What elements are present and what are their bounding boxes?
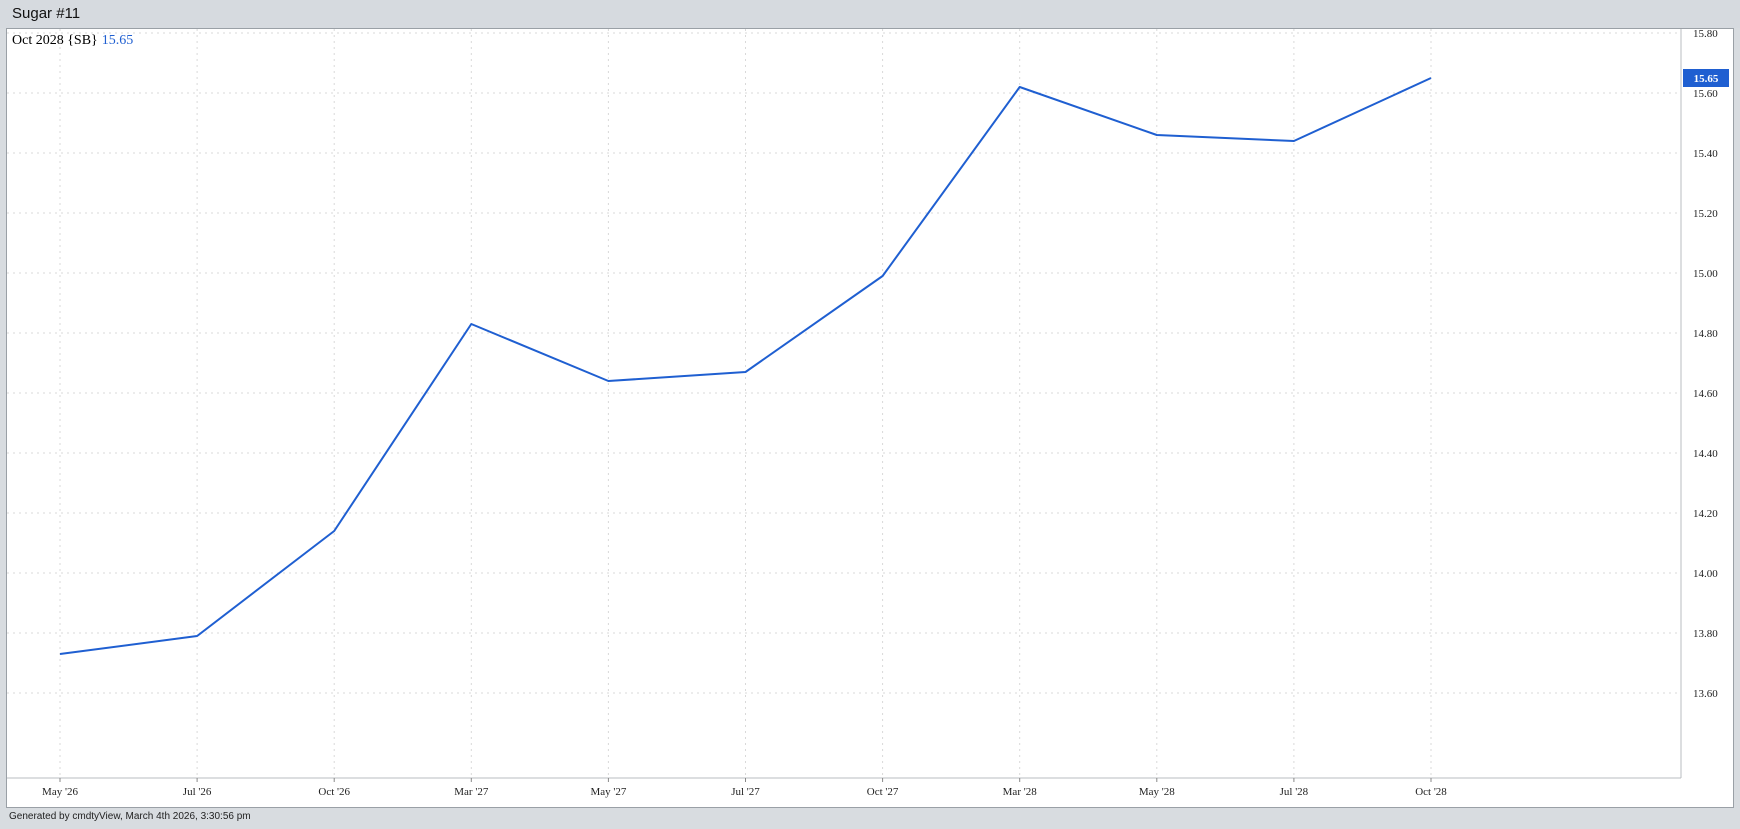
x-tick-label: Mar '28 <box>1003 786 1038 798</box>
x-tick-label: May '28 <box>1139 786 1175 798</box>
y-tick-label: 15.40 <box>1693 148 1718 160</box>
x-tick-label: May '27 <box>590 786 626 798</box>
x-tick-label: Oct '28 <box>1415 786 1447 798</box>
y-tick-label: 13.60 <box>1693 688 1718 700</box>
footer-generated-text: Generated by cmdtyView, March 4th 2026, … <box>9 811 251 822</box>
y-tick-label: 13.80 <box>1693 628 1718 640</box>
y-tick-label: 14.20 <box>1693 508 1718 520</box>
window-title: Sugar #11 <box>12 5 81 22</box>
y-tick-label: 15.20 <box>1693 208 1718 220</box>
legend-label: Oct 2028 {SB} <box>12 33 98 48</box>
title-bar: Sugar #11 <box>0 0 1740 28</box>
x-tick-label: Jul '27 <box>731 786 760 798</box>
x-tick-label: Oct '26 <box>318 786 350 798</box>
legend-value: 15.65 <box>101 33 134 48</box>
x-tick-label: Jul '28 <box>1280 786 1309 798</box>
y-tick-label: 15.00 <box>1693 268 1718 280</box>
y-tick-label: 14.80 <box>1693 328 1718 340</box>
y-tick-label: 14.00 <box>1693 568 1718 580</box>
y-tick-label: 15.60 <box>1693 88 1718 100</box>
price-chart[interactable]: 13.60 13.80 14.00 14.20 14.40 14.60 14.80 15.00… <box>7 29 1735 809</box>
x-tick-label: May '26 <box>42 786 78 798</box>
x-tick-label: Mar '27 <box>454 786 489 798</box>
x-tick-label: Jul '26 <box>183 786 212 798</box>
last-value-badge-label: 15.65 <box>1694 73 1719 85</box>
plot-area <box>7 29 1681 778</box>
chart-legend: Oct 2028 {SB} 15.65 <box>12 33 133 49</box>
x-tick-label: Oct '27 <box>867 786 899 798</box>
chart-frame: 13.60 13.80 14.00 14.20 14.40 14.60 14.80 15.00… <box>6 28 1734 808</box>
y-tick-label: 14.40 <box>1693 448 1718 460</box>
y-tick-label: 15.80 <box>1693 29 1718 40</box>
chart-window: Sugar #11 13.60 13.80 14.00 14.20 14.40 14.60… <box>0 0 1740 829</box>
y-tick-label: 14.60 <box>1693 388 1718 400</box>
